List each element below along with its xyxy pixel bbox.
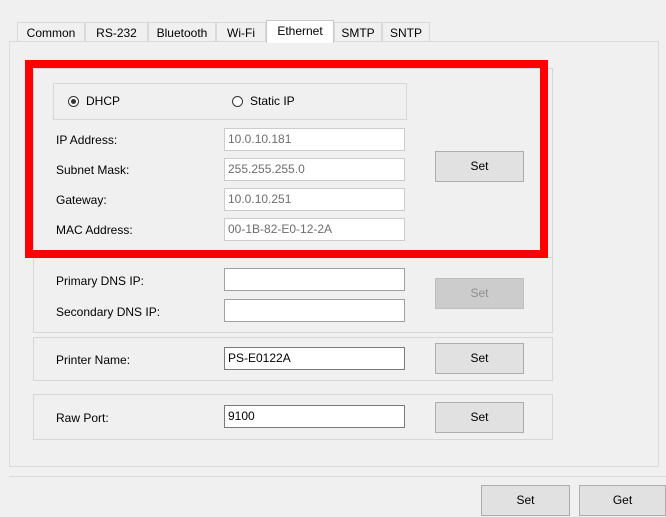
network-set-button[interactable]: Set: [435, 151, 524, 182]
tab-bluetooth[interactable]: Bluetooth: [148, 22, 216, 42]
raw-port-label: Raw Port:: [56, 411, 109, 425]
tab-rs232[interactable]: RS-232: [85, 22, 148, 42]
dns-set-button[interactable]: Set: [435, 278, 524, 309]
tab-ethernet[interactable]: Ethernet: [266, 20, 334, 43]
footer-set-button[interactable]: Set: [481, 485, 570, 516]
printer-name-field[interactable]: PS-E0122A: [224, 347, 405, 370]
ip-mode-frame: DHCP Static IP: [53, 83, 407, 120]
tab-common[interactable]: Common: [17, 22, 85, 42]
secondary-dns-field[interactable]: [224, 299, 405, 322]
primary-dns-field[interactable]: [224, 268, 405, 291]
raw-port-set-button[interactable]: Set: [435, 402, 524, 433]
tab-smtp[interactable]: SMTP: [334, 22, 382, 42]
ip-settings-group: DHCP Static IP IP Address: 10.0.10.181 S…: [33, 68, 553, 258]
dhcp-radio[interactable]: [68, 96, 79, 107]
static-ip-radio[interactable]: [232, 96, 243, 107]
gateway-field[interactable]: 10.0.10.251: [224, 188, 405, 211]
ip-address-label: IP Address:: [56, 133, 118, 147]
printer-name-label: Printer Name:: [56, 353, 131, 367]
subnet-mask-label: Subnet Mask:: [56, 163, 130, 177]
gateway-label: Gateway:: [56, 193, 107, 207]
mac-address-field[interactable]: 00-1B-82-E0-12-2A: [224, 218, 405, 241]
primary-dns-label: Primary DNS IP:: [56, 274, 145, 288]
footer-get-button[interactable]: Get: [579, 485, 666, 516]
dns-group: Primary DNS IP: Secondary DNS IP: Set: [33, 258, 553, 333]
static-ip-label: Static IP: [250, 94, 295, 108]
dhcp-label: DHCP: [86, 94, 121, 108]
tab-wifi[interactable]: Wi-Fi: [216, 22, 266, 42]
radio-selected-dot: [71, 99, 76, 104]
raw-port-group: Raw Port: 9100 Set: [33, 394, 553, 440]
printer-name-set-button[interactable]: Set: [435, 343, 524, 374]
ip-address-field[interactable]: 10.0.10.181: [224, 128, 405, 151]
tab-sntp[interactable]: SNTP: [382, 22, 430, 42]
mac-address-label: MAC Address:: [56, 223, 133, 237]
printer-name-group: Printer Name: PS-E0122A Set: [33, 337, 553, 381]
subnet-mask-field[interactable]: 255.255.255.0: [224, 158, 405, 181]
secondary-dns-label: Secondary DNS IP:: [56, 305, 161, 319]
raw-port-field[interactable]: 9100: [224, 405, 405, 428]
